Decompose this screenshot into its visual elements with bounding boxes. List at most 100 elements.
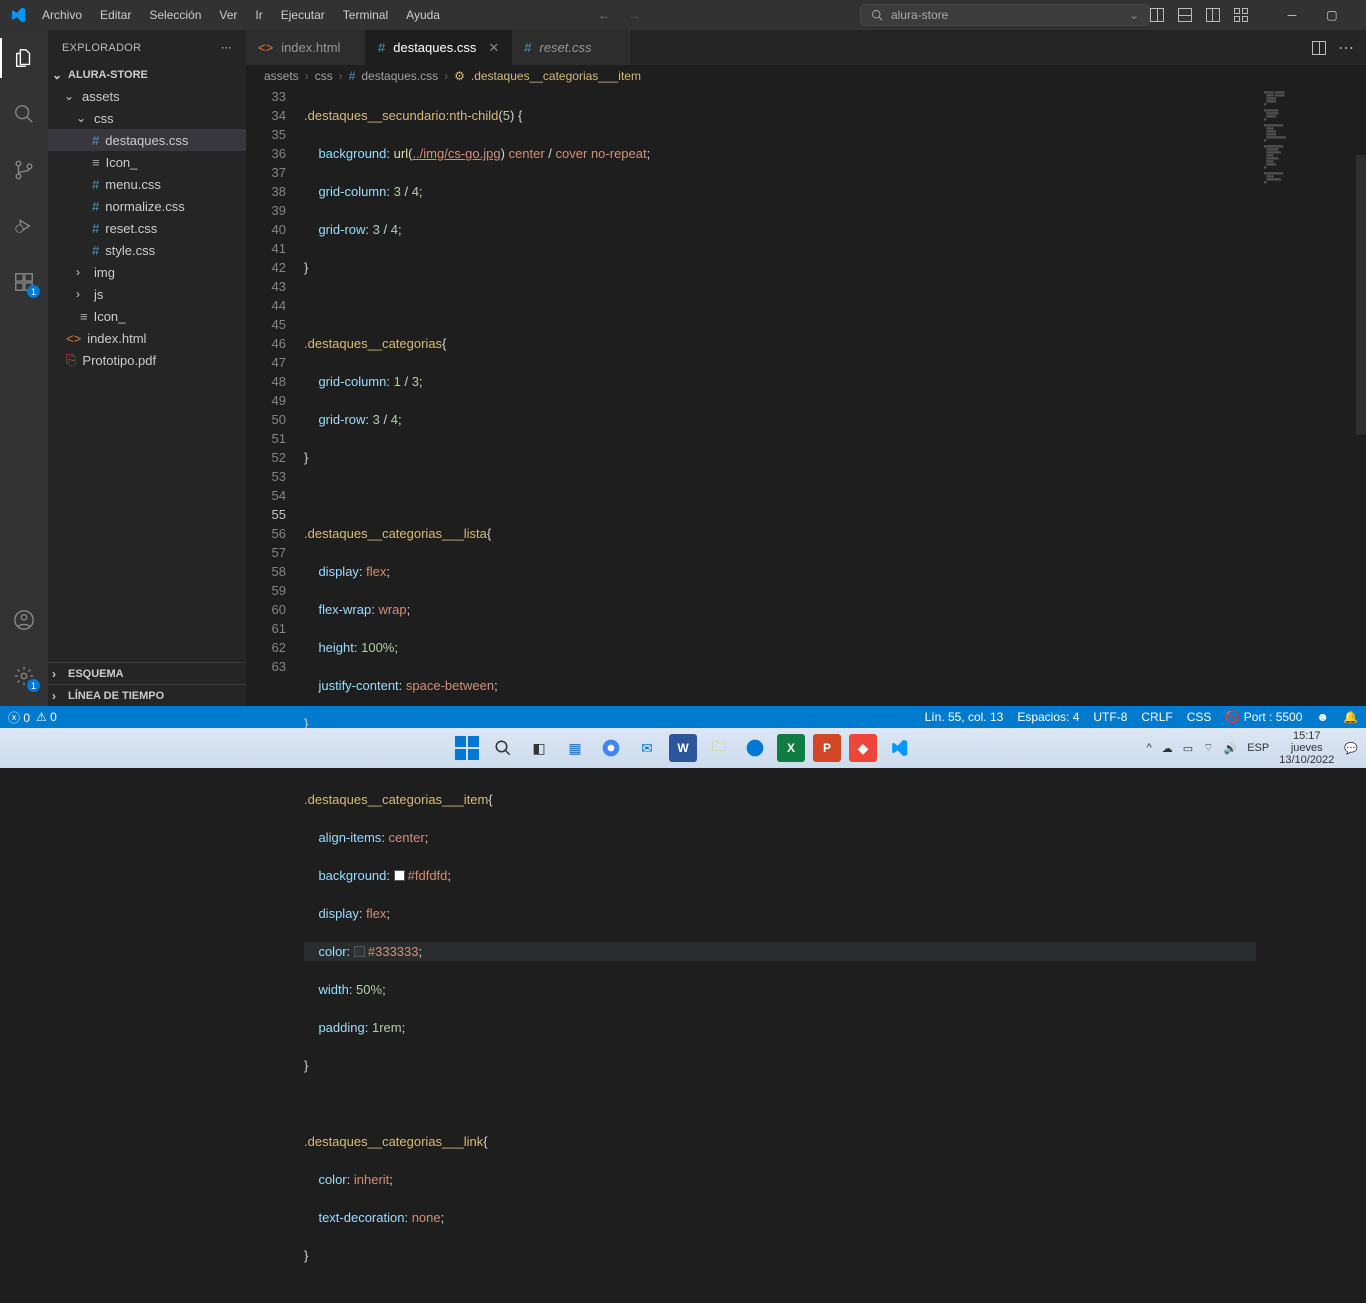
scrollbar-thumb[interactable] (1356, 155, 1366, 435)
workspace-root[interactable]: ⌄ ALURA-STORE (48, 65, 246, 85)
vscode-icon (10, 6, 26, 24)
taskbar-explorer[interactable]: 🗀 (705, 734, 733, 762)
tray-lang[interactable]: ESP (1247, 742, 1269, 754)
file-label: destaques.css (105, 133, 188, 148)
menu-bar: Archivo Editar Selección Ver Ir Ejecutar… (34, 4, 448, 26)
taskbar-chrome[interactable] (597, 734, 625, 762)
tab-reset[interactable]: #reset.css (512, 30, 632, 65)
file-pdf[interactable]: ⎘Prototipo.pdf (48, 349, 246, 371)
section-timeline[interactable]: ›LÍNEA DE TIEMPO (48, 684, 246, 706)
toggle-sidebar-icon[interactable] (1150, 8, 1164, 22)
file-style[interactable]: #style.css (48, 239, 246, 261)
menu-archivo[interactable]: Archivo (34, 4, 90, 26)
crumb[interactable]: assets (264, 69, 299, 83)
menu-ayuda[interactable]: Ayuda (398, 4, 448, 26)
color-swatch[interactable] (394, 870, 405, 881)
tray-onedrive-icon[interactable]: ☁ (1162, 742, 1173, 755)
file-label: Prototipo.pdf (82, 353, 156, 368)
toggle-panel-icon[interactable] (1178, 8, 1192, 22)
scm-tab[interactable] (0, 150, 48, 190)
menu-editar[interactable]: Editar (92, 4, 139, 26)
search-tab[interactable] (0, 94, 48, 134)
toggle-secondary-icon[interactable] (1206, 8, 1220, 22)
css-icon: # (92, 133, 99, 148)
file-icon1[interactable]: ≡Icon_ (48, 151, 246, 173)
taskbar-taskview[interactable]: ◧ (525, 734, 553, 762)
color-swatch[interactable] (354, 946, 365, 957)
crumb[interactable]: .destaques__categorias___item (471, 69, 641, 83)
taskbar-mail[interactable]: ✉ (633, 734, 661, 762)
menu-ir[interactable]: Ir (247, 4, 270, 26)
status-errors[interactable]: ⓧ 0 (8, 709, 30, 726)
menu-ejecutar[interactable]: Ejecutar (273, 4, 333, 26)
folder-img[interactable]: ›img (48, 261, 246, 283)
code-content[interactable]: .destaques__secundario:nth-child(5) { ba… (304, 87, 1256, 706)
status-warnings[interactable]: ⚠ 0 (36, 710, 57, 724)
taskbar-edge[interactable] (741, 734, 769, 762)
css-icon: # (349, 69, 356, 83)
file-menu[interactable]: #menu.css (48, 173, 246, 195)
more-icon[interactable]: ⋯ (221, 41, 232, 54)
chevron-right-icon: › (52, 689, 64, 703)
debug-tab[interactable] (0, 206, 48, 246)
start-button[interactable] (453, 734, 481, 762)
file-label: Icon_ (106, 155, 138, 170)
breadcrumb[interactable]: assets› css› #destaques.css› ⚙.destaques… (246, 65, 1366, 87)
settings-tab[interactable]: 1 (0, 656, 48, 696)
folder-js[interactable]: ›js (48, 283, 246, 305)
taskbar-search[interactable] (489, 734, 517, 762)
status-bell-icon[interactable]: 🔔 (1343, 710, 1358, 724)
tray-chevron-icon[interactable]: ^ (1147, 742, 1152, 754)
file-reset[interactable]: #reset.css (48, 217, 246, 239)
status-feedback-icon[interactable]: ☻ (1316, 710, 1329, 724)
minimize-button[interactable]: ─ (1272, 0, 1312, 30)
menu-seleccion[interactable]: Selección (141, 4, 209, 26)
menu-ver[interactable]: Ver (211, 4, 245, 26)
split-editor-icon[interactable] (1312, 41, 1326, 55)
taskbar-powerpoint[interactable]: P (813, 734, 841, 762)
nav-forward-icon[interactable]: → (628, 8, 640, 22)
folder-assets[interactable]: ⌄assets (48, 85, 246, 107)
folder-css[interactable]: ⌄css (48, 107, 246, 129)
maximize-button[interactable]: ▢ (1312, 0, 1352, 30)
tray-volume-icon[interactable]: 🔊 (1224, 742, 1238, 755)
editor-area: <>index.html #destaques.css✕ #reset.css … (246, 30, 1366, 706)
close-button[interactable]: ✕ (1352, 0, 1366, 30)
crumb[interactable]: destaques.css (361, 69, 438, 83)
extensions-tab[interactable]: 1 (0, 262, 48, 302)
tab-index[interactable]: <>index.html (246, 30, 366, 65)
html-icon: <> (66, 331, 81, 346)
nav-back-icon[interactable]: ← (598, 8, 610, 22)
explorer-tab[interactable] (0, 38, 48, 78)
section-esquema[interactable]: ›ESQUEMA (48, 662, 246, 684)
file-destaques[interactable]: # destaques.css (48, 129, 246, 151)
file-label: normalize.css (105, 199, 184, 214)
folder-label: img (94, 265, 115, 280)
accounts-tab[interactable] (0, 600, 48, 640)
tab-label: index.html (281, 40, 340, 55)
windows-taskbar: ◧ ▦ ✉ W 🗀 X P ◆ ^ ☁ ▭ ⌔ 🔊 ESP 15:17 juev… (0, 728, 1366, 768)
tab-destaques[interactable]: #destaques.css✕ (366, 30, 512, 65)
taskbar-excel[interactable]: X (777, 734, 805, 762)
more-icon[interactable]: ⋯ (1338, 38, 1354, 58)
taskbar-vscode[interactable] (885, 734, 913, 762)
tray-wifi-icon[interactable]: ⌔ (1203, 741, 1213, 755)
taskbar-anydesk[interactable]: ◆ (849, 734, 877, 762)
chevron-down-icon: ⌄ (76, 111, 88, 125)
taskbar-word[interactable]: W (669, 734, 697, 762)
taskbar-widgets[interactable]: ▦ (561, 734, 589, 762)
close-icon[interactable]: ✕ (488, 40, 499, 56)
file-index[interactable]: <>index.html (48, 327, 246, 349)
editor-body[interactable]: 3334353637383940414243444546474849505152… (246, 87, 1366, 706)
menu-terminal[interactable]: Terminal (335, 4, 396, 26)
tray-notifications-icon[interactable]: 💬 (1344, 742, 1358, 755)
command-center[interactable]: alura-store ⌄ (860, 4, 1150, 26)
file-normalize[interactable]: #normalize.css (48, 195, 246, 217)
file-label: reset.css (105, 221, 157, 236)
tray-battery-icon[interactable]: ▭ (1183, 742, 1193, 755)
tray-clock[interactable]: 15:17 jueves 13/10/2022 (1279, 730, 1334, 766)
file-icon2[interactable]: ≡Icon_ (48, 305, 246, 327)
minimap[interactable]: ████████ ████████ ██████ ████████ ██████… (1256, 87, 1366, 706)
customize-layout-icon[interactable] (1234, 8, 1248, 22)
crumb[interactable]: css (315, 69, 333, 83)
